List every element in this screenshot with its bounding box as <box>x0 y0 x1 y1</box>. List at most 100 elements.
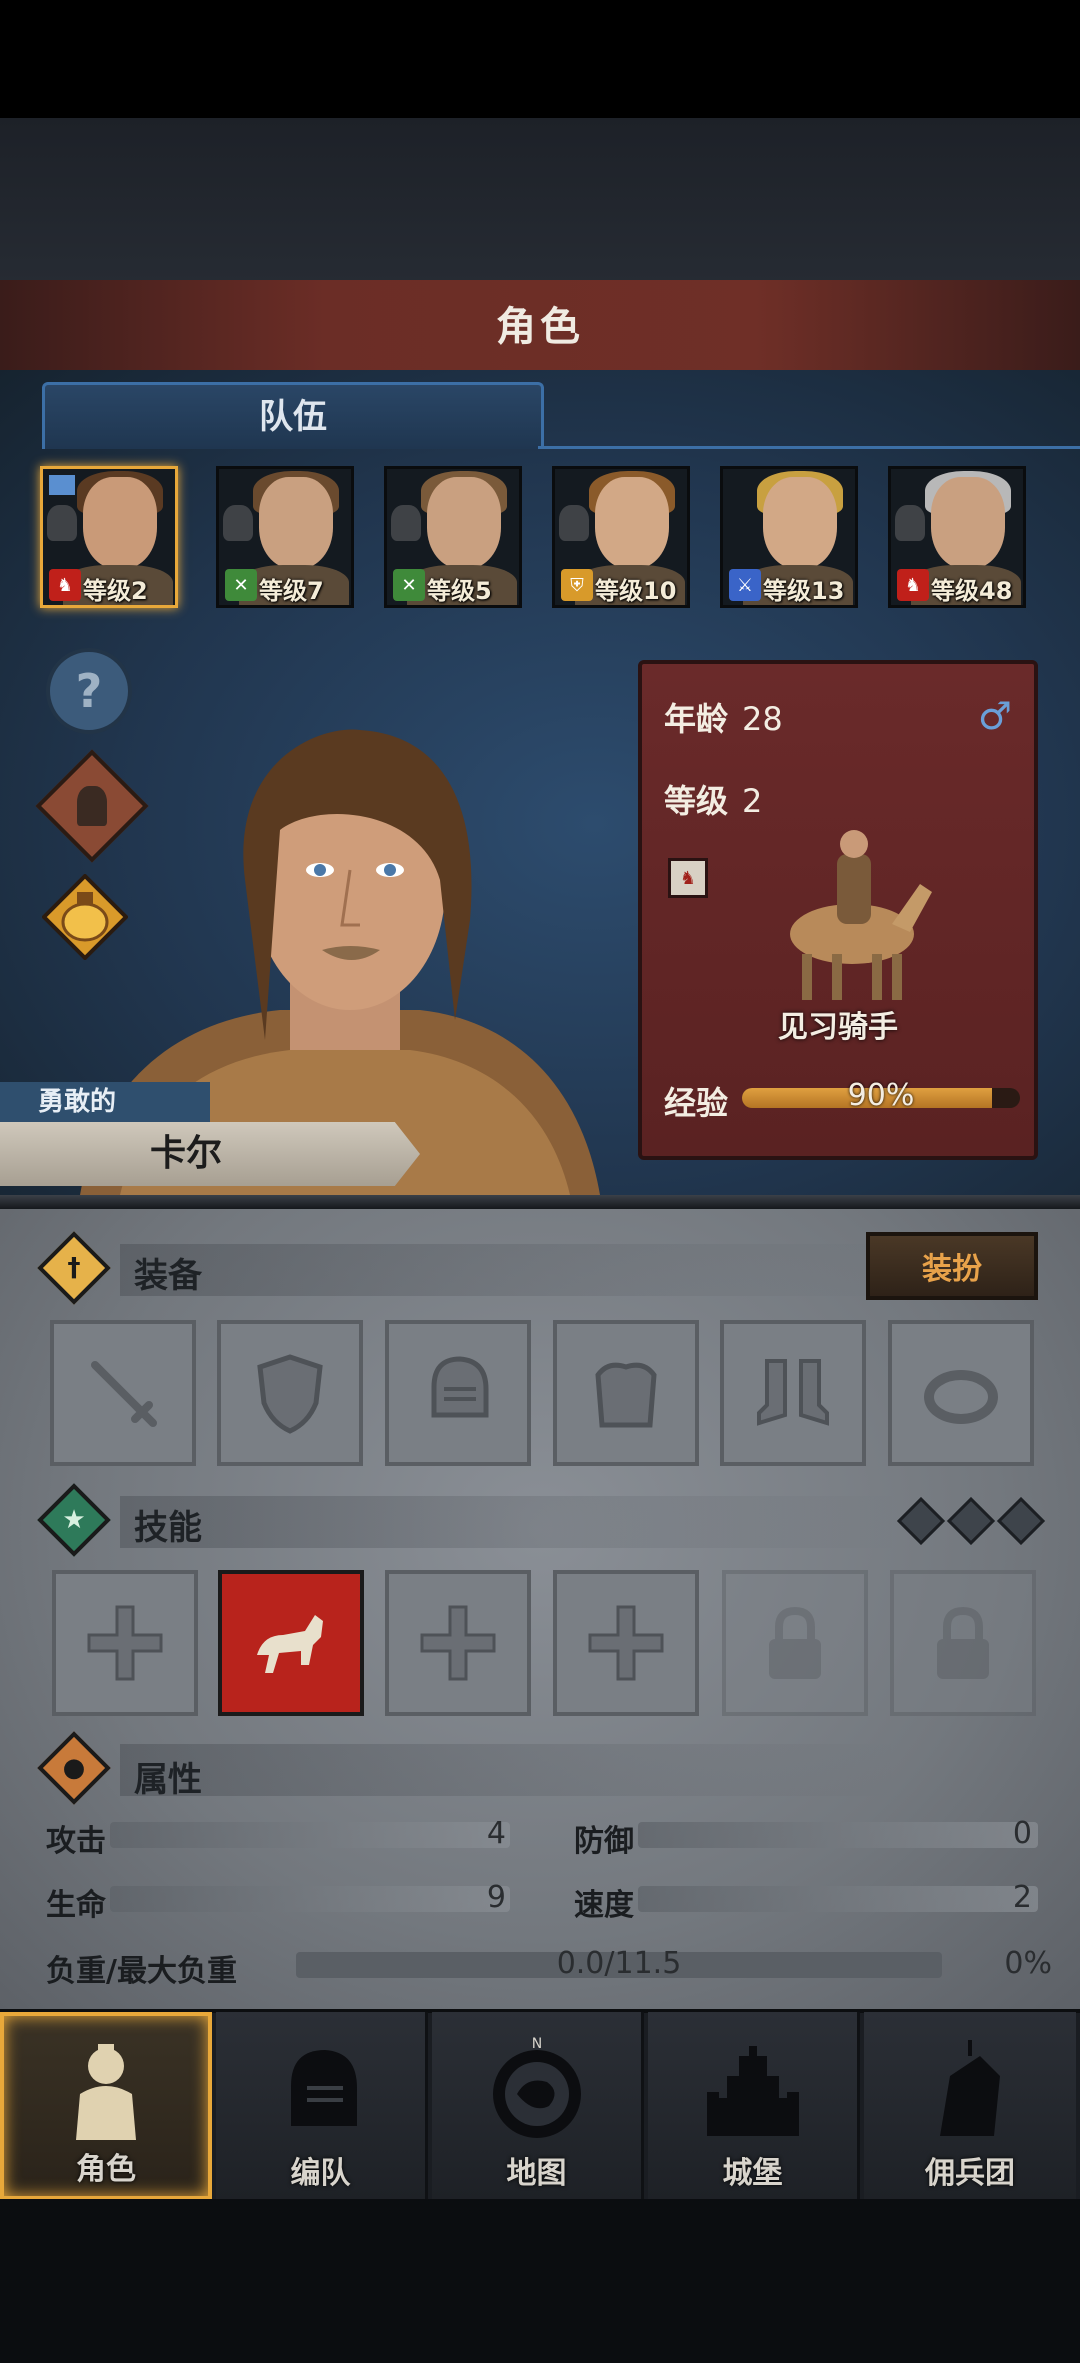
shield-icon <box>257 1354 323 1434</box>
portrait-face <box>83 477 157 569</box>
tab-team[interactable]: 队伍 <box>42 382 544 449</box>
exp-label: 经验 <box>664 1084 729 1122</box>
nav-mercenary[interactable]: 佣兵团 <box>864 2012 1076 2200</box>
equip-slot-weapon[interactable] <box>50 1320 196 1466</box>
age-row: 年龄 28 <box>664 694 783 740</box>
portrait-face <box>763 477 837 569</box>
portrait-face <box>931 477 1005 569</box>
nav-formation[interactable]: 编队 <box>216 2012 428 2200</box>
title-banner: 角色 <box>0 280 1080 374</box>
team-member-5[interactable]: ⚔ 等级13 <box>720 466 858 608</box>
class-illustration <box>790 830 932 1000</box>
hp-value: 9 <box>486 1880 506 1915</box>
cross-icon <box>588 1605 664 1681</box>
nav-castle[interactable]: 城堡 <box>648 2012 860 2200</box>
horse-skill-icon <box>257 1615 323 1673</box>
page-title: 角色 <box>496 304 584 350</box>
equip-slot-armor[interactable] <box>553 1320 699 1466</box>
attack-label: 攻击 <box>46 1824 106 1859</box>
equip-slot-helmet[interactable] <box>385 1320 531 1466</box>
team-member-2[interactable]: ✕ 等级7 <box>216 466 354 608</box>
bow-icon: ✕ <box>393 569 425 601</box>
nav-label: 佣兵团 <box>925 2156 1015 2191</box>
section-band <box>120 1744 900 1796</box>
section-band <box>120 1244 900 1296</box>
equip-slot-shield[interactable] <box>217 1320 363 1466</box>
epithet-text: 勇敢的 <box>38 1087 117 1117</box>
dress-up-button[interactable]: 装扮 <box>866 1232 1038 1300</box>
horse-icon: ♞ <box>897 569 929 601</box>
skill-slot-2[interactable] <box>218 1570 364 1716</box>
portrait-face <box>427 477 501 569</box>
name-plate[interactable]: 卡尔 <box>0 1122 420 1186</box>
male-icon: ♂ <box>977 694 1012 738</box>
load-label: 负重/最大负重 <box>46 1954 237 1989</box>
mercenary-mini-icon <box>223 505 253 541</box>
tab-underline <box>538 446 1080 449</box>
age-label: 年龄 <box>664 700 729 738</box>
skill-slot-6-locked[interactable] <box>890 1570 1036 1716</box>
lock-icon <box>937 1606 989 1679</box>
tab-team-label: 队伍 <box>259 397 327 437</box>
nav-map[interactable]: N 地图 <box>432 2012 644 2200</box>
character-info-card: 年龄 28 ♂ 等级 2 ♞ 见习骑手 经验 90% <box>638 660 1038 1160</box>
load-percent: 0% <box>1004 1946 1052 1981</box>
age-value: 28 <box>742 700 783 738</box>
panel-divider <box>0 1195 1080 1209</box>
portrait-face <box>259 477 333 569</box>
svg-text:N: N <box>531 2036 541 2052</box>
team-member-6[interactable]: ♞ 等级48 <box>888 466 1026 608</box>
knight-icon <box>76 2044 136 2140</box>
member-level: 等级2 <box>83 577 148 605</box>
mercenary-icon <box>940 2040 1000 2136</box>
skill-slot-5-locked[interactable] <box>722 1570 868 1716</box>
nav-character[interactable]: 角色 <box>0 2012 212 2200</box>
member-level: 等级48 <box>931 577 1013 605</box>
sword-icon <box>91 1361 157 1427</box>
flag-icon <box>49 475 75 495</box>
castle-icon <box>706 2046 799 2136</box>
bow-icon: ✕ <box>225 569 257 601</box>
upper-background <box>0 118 1080 283</box>
boots-icon <box>757 1359 829 1426</box>
member-level: 等级13 <box>763 577 845 605</box>
member-level: 等级5 <box>427 577 492 605</box>
skill-slot-4[interactable] <box>553 1570 699 1716</box>
helmet-icon <box>431 1356 489 1418</box>
horse-icon: ♞ <box>49 569 81 601</box>
attributes-title: 属性 <box>134 1760 202 1800</box>
epithet-plate: 勇敢的 <box>0 1082 210 1122</box>
equip-slot-boots[interactable] <box>720 1320 866 1466</box>
attack-value: 4 <box>486 1816 506 1851</box>
hp-label: 生命 <box>46 1888 106 1923</box>
helmet-icon <box>290 2050 357 2126</box>
nav-label: 角色 <box>76 2152 136 2187</box>
team-member-4[interactable]: ⛨ 等级10 <box>552 466 690 608</box>
team-member-1[interactable]: ♞ 等级2 <box>40 466 178 608</box>
section-band <box>120 1496 900 1548</box>
class-name: 见习骑手 <box>778 1010 898 1045</box>
question-icon: ? <box>75 664 103 718</box>
horse-icon: ♞ <box>668 858 708 898</box>
defense-value: 0 <box>1012 1816 1032 1851</box>
level-label: 等级 <box>664 782 729 820</box>
equip-slot-ring[interactable] <box>888 1320 1034 1466</box>
bottom-background <box>0 2199 1080 2363</box>
nav-label: 城堡 <box>722 2156 783 2191</box>
equipment-title: 装备 <box>134 1256 202 1296</box>
load-value: 0.0/11.5 <box>556 1946 682 1981</box>
compass-icon: N <box>492 2036 581 2138</box>
skills-title: 技能 <box>134 1508 202 1548</box>
mercenary-mini-icon <box>391 505 421 541</box>
sword-icon: ⚔ <box>729 569 761 601</box>
armor-icon <box>595 1362 657 1428</box>
skill-slot-1[interactable] <box>52 1570 198 1716</box>
team-member-3[interactable]: ✕ 等级5 <box>384 466 522 608</box>
lock-icon <box>769 1606 821 1679</box>
speed-label: 速度 <box>574 1888 634 1923</box>
mercenary-mini-icon <box>47 505 77 541</box>
character-name: 卡尔 <box>150 1133 223 1174</box>
skill-slot-3[interactable] <box>385 1570 531 1716</box>
shield-icon: ⛨ <box>561 569 593 601</box>
member-level: 等级7 <box>259 577 324 605</box>
